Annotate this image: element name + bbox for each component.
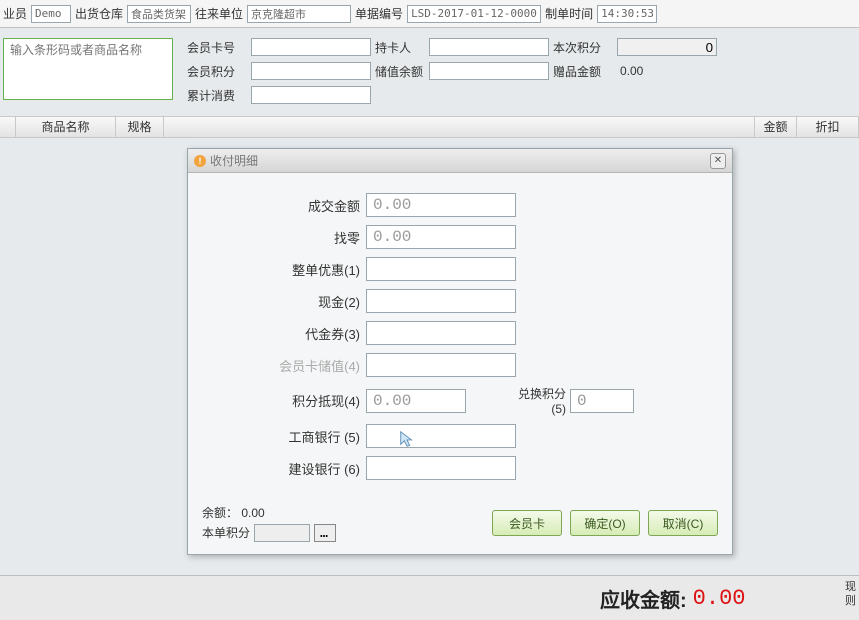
total-label: 累计消费 bbox=[187, 87, 247, 104]
ccb-input[interactable] bbox=[366, 456, 516, 480]
col-spec: 规格 bbox=[116, 116, 164, 138]
warning-icon: ! bbox=[194, 155, 206, 167]
warehouse-input[interactable] bbox=[127, 5, 191, 23]
barcode-search-box[interactable] bbox=[3, 38, 173, 100]
total-input[interactable] bbox=[251, 86, 371, 104]
ok-button[interactable]: 确定(O) bbox=[570, 510, 640, 536]
holder-input[interactable] bbox=[429, 38, 549, 56]
top-toolbar: 业员 出货仓库 往来单位 单据编号 制单时间 bbox=[0, 0, 859, 28]
ccb-label: 建设银行 (6) bbox=[206, 459, 366, 478]
billno-input[interactable] bbox=[407, 5, 541, 23]
cash-label: 现金(2) bbox=[206, 292, 366, 311]
thispoints-input bbox=[617, 38, 717, 56]
billno-label: 单据编号 bbox=[355, 5, 403, 22]
order-points-input[interactable] bbox=[254, 524, 310, 542]
member-card-label: 会员卡号 bbox=[187, 39, 247, 56]
cash-input[interactable] bbox=[366, 289, 516, 313]
change-label: 找零 bbox=[206, 228, 366, 247]
member-card-input[interactable] bbox=[251, 38, 371, 56]
sales-input[interactable] bbox=[31, 5, 71, 23]
points-label: 会员积分 bbox=[187, 63, 247, 80]
order-discount-input[interactable] bbox=[366, 257, 516, 281]
card-balance-input[interactable] bbox=[366, 353, 516, 377]
icbc-label: 工商银行 (5) bbox=[206, 427, 366, 446]
member-card-button[interactable]: 会员卡 bbox=[492, 510, 562, 536]
side-text-2: 则 bbox=[845, 594, 856, 608]
time-input[interactable] bbox=[597, 5, 657, 23]
time-label: 制单时间 bbox=[545, 5, 593, 22]
gift-value: 0.00 bbox=[617, 64, 717, 78]
col-amount: 金额 bbox=[755, 116, 797, 138]
order-points-more-button[interactable]: … bbox=[314, 524, 336, 542]
due-amount-value: 0.00 bbox=[693, 586, 746, 611]
voucher-input[interactable] bbox=[366, 321, 516, 345]
member-info-grid: 会员卡号 持卡人 本次积分 会员积分 储值余额 赠品金额 0.00 累计消费 bbox=[187, 38, 717, 104]
partner-label: 往来单位 bbox=[195, 5, 243, 22]
bottom-bar: 应收金额: 0.00 现 则 bbox=[0, 575, 859, 620]
col-discount: 折扣 bbox=[797, 116, 859, 138]
dialog-close-button[interactable]: ✕ bbox=[710, 153, 726, 169]
balance-label: 储值余额 bbox=[375, 63, 425, 80]
point-cash-label: 积分抵现(4) bbox=[206, 391, 366, 410]
points-input[interactable] bbox=[251, 62, 371, 80]
card-balance-label: 会员卡储值(4) bbox=[206, 356, 366, 375]
gift-label: 赠品金额 bbox=[553, 63, 613, 80]
exchange-points-input[interactable] bbox=[570, 389, 634, 413]
cancel-button[interactable]: 取消(C) bbox=[648, 510, 718, 536]
side-text-1: 现 bbox=[845, 580, 856, 594]
col-product-name: 商品名称 bbox=[16, 116, 116, 138]
barcode-search-input[interactable] bbox=[4, 39, 172, 61]
deal-amount-label: 成交金额 bbox=[206, 196, 366, 215]
warehouse-label: 出货仓库 bbox=[75, 5, 123, 22]
order-points-label: 本单积分 bbox=[202, 524, 250, 542]
voucher-label: 代金券(3) bbox=[206, 324, 366, 343]
point-cash-input[interactable] bbox=[366, 389, 466, 413]
payment-detail-dialog: ! 收付明细 ✕ 成交金额 找零 整单优惠(1) 现金(2) 代金券(3) 会员… bbox=[187, 148, 733, 555]
thispoints-label: 本次积分 bbox=[553, 39, 613, 56]
grid-header: 商品名称 规格 金额 折扣 bbox=[0, 116, 859, 138]
deal-amount-input[interactable] bbox=[366, 193, 516, 217]
icbc-input[interactable] bbox=[366, 424, 516, 448]
dialog-balance-value: 0.00 bbox=[241, 506, 264, 520]
exchange-points-label: 兑换积分(5) bbox=[506, 385, 570, 416]
sales-label: 业员 bbox=[3, 5, 27, 22]
due-amount-label: 应收金额: bbox=[600, 584, 687, 613]
dialog-balance-label: 余额： bbox=[202, 506, 238, 520]
partner-input[interactable] bbox=[247, 5, 351, 23]
order-discount-label: 整单优惠(1) bbox=[206, 260, 366, 279]
balance-input[interactable] bbox=[429, 62, 549, 80]
dialog-titlebar: ! 收付明细 ✕ bbox=[188, 149, 732, 173]
holder-label: 持卡人 bbox=[375, 39, 425, 56]
change-input[interactable] bbox=[366, 225, 516, 249]
dialog-title-text: 收付明细 bbox=[210, 152, 258, 169]
